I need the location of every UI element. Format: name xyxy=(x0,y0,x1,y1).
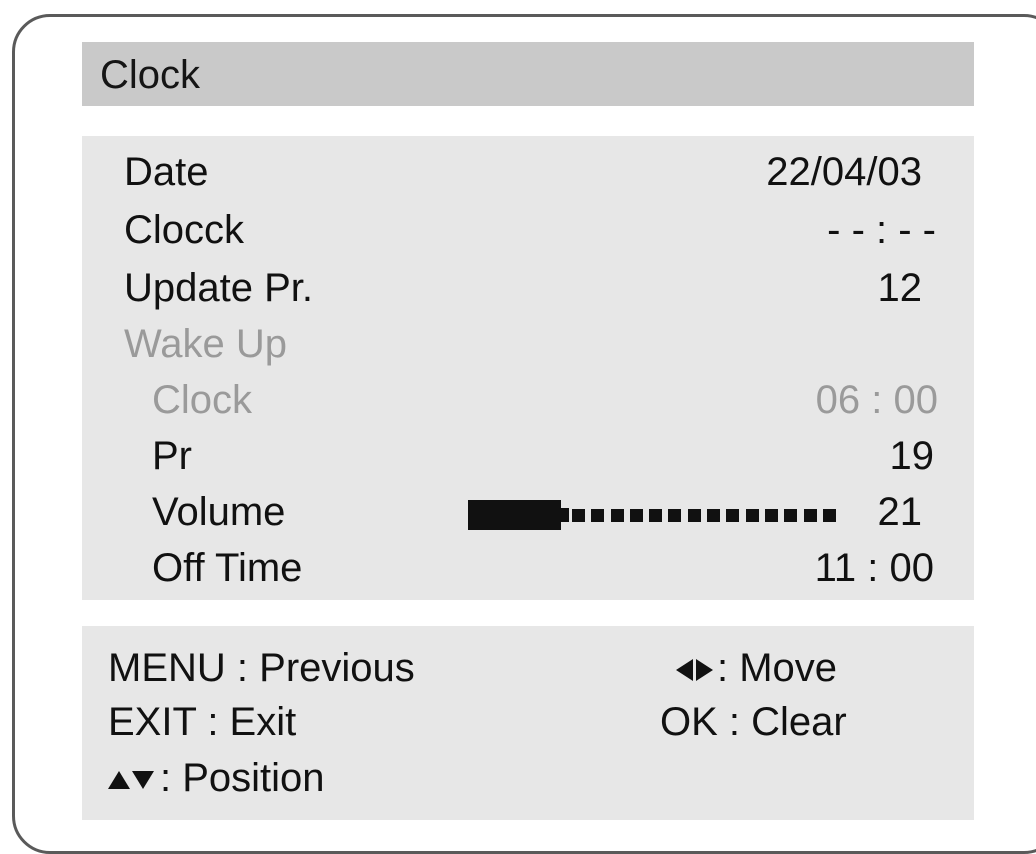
ok-key-action: : Clear xyxy=(728,700,847,744)
update-pr-label: Update Pr. xyxy=(124,266,314,310)
help-exit: EXIT : Exit xyxy=(108,700,296,745)
right-arrow-icon xyxy=(696,659,713,682)
menu-key-action: : Previous xyxy=(236,646,415,690)
update-pr-value: 12 xyxy=(877,266,923,310)
wake-pr-value: 19 xyxy=(889,434,935,478)
date-value: 22/04/03 xyxy=(766,150,922,194)
clock-row[interactable]: Clocck - - : - - xyxy=(82,208,974,258)
wake-up-row: Wake Up xyxy=(82,322,974,372)
off-time-row[interactable]: Off Time 11 : 00 xyxy=(82,546,974,596)
position-action: : Position xyxy=(160,756,325,800)
wake-clock-value: 06 : 00 xyxy=(815,378,938,422)
volume-value: 21 xyxy=(877,490,923,534)
wake-pr-label: Pr xyxy=(152,434,192,478)
clock-settings-panel: Date 22/04/03 Clocck - - : - - Update Pr… xyxy=(82,136,974,600)
off-time-value: 11 : 00 xyxy=(814,546,934,590)
move-action: : Move xyxy=(717,646,838,690)
clock-label: Clocck xyxy=(124,208,245,252)
volume-label: Volume xyxy=(152,490,286,534)
date-label: Date xyxy=(124,150,209,194)
exit-key: EXIT xyxy=(108,700,197,744)
clock-value: - - : - - xyxy=(827,208,936,252)
exit-key-action: : Exit xyxy=(207,700,297,744)
volume-level-fill xyxy=(468,500,569,530)
help-ok-clear: OK : Clear xyxy=(660,700,847,745)
help-move: : Move xyxy=(676,646,837,691)
down-arrow-icon xyxy=(132,771,154,790)
left-arrow-icon xyxy=(676,659,693,682)
menu-key: MENU xyxy=(108,646,226,690)
wake-clock-row: Clock 06 : 00 xyxy=(82,378,974,428)
help-menu-previous: MENU : Previous xyxy=(108,646,415,691)
off-time-label: Off Time xyxy=(152,546,303,590)
up-arrow-icon xyxy=(108,771,130,790)
wake-up-label: Wake Up xyxy=(124,322,288,366)
help-panel: MENU : Previous EXIT : Exit : Position :… xyxy=(82,626,974,820)
volume-slider[interactable] xyxy=(468,500,838,530)
ok-key: OK xyxy=(660,700,718,744)
volume-track-dots xyxy=(572,508,836,522)
wake-pr-row[interactable]: Pr 19 xyxy=(82,434,974,484)
date-row[interactable]: Date 22/04/03 xyxy=(82,150,974,200)
update-pr-row[interactable]: Update Pr. 12 xyxy=(82,266,974,316)
menu-title: Clock xyxy=(100,53,201,97)
wake-clock-label: Clock xyxy=(152,378,253,422)
menu-title-bar: Clock xyxy=(82,42,974,106)
volume-row[interactable]: Volume 21 xyxy=(82,490,974,540)
help-position: : Position xyxy=(108,756,325,801)
